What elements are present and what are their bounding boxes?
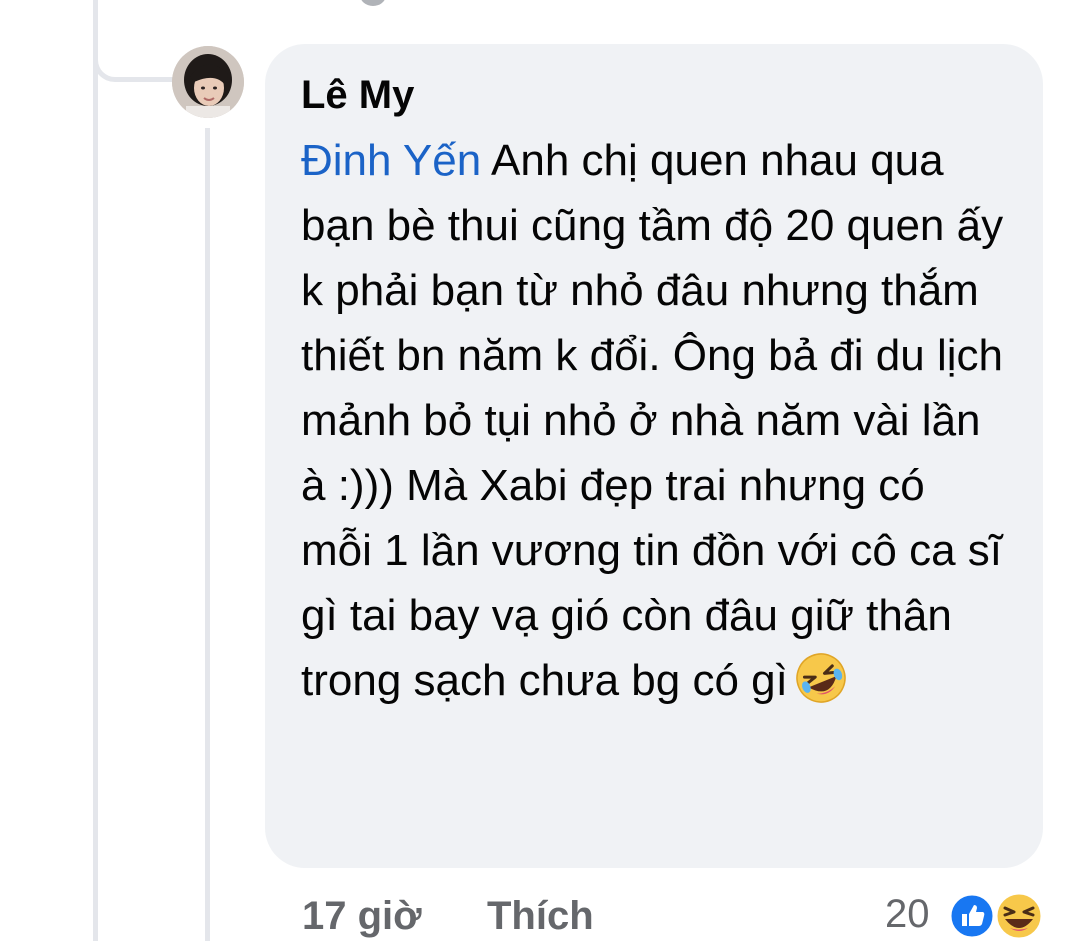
partial-previous-content xyxy=(360,0,386,6)
like-button[interactable]: Thích xyxy=(487,894,594,939)
thread-connector xyxy=(93,0,173,82)
like-icon[interactable] xyxy=(948,892,996,945)
comment-author[interactable]: Lê My xyxy=(301,72,1007,118)
avatar-image xyxy=(172,46,244,118)
rolling-on-floor-laughing-emoji-icon xyxy=(794,651,848,723)
comment-footer: 17 giờ Thích 20 xyxy=(0,888,1080,941)
avatar[interactable] xyxy=(172,46,244,118)
comment-body: Đinh Yến Anh chị quen nhau qua bạn bè th… xyxy=(301,128,1007,723)
reaction-count[interactable]: 20 xyxy=(885,892,930,937)
comment-timestamp[interactable]: 17 giờ xyxy=(302,894,422,939)
comment-bubble: Lê My Đinh Yến Anh chị quen nhau qua bạn… xyxy=(265,44,1043,868)
reply-thread-line xyxy=(205,128,210,941)
haha-icon[interactable] xyxy=(994,891,1044,946)
thread-line xyxy=(93,0,98,941)
comment-text: Anh chị quen nhau qua bạn bè thui cũng t… xyxy=(301,136,1004,705)
mention-link[interactable]: Đinh Yến xyxy=(301,136,481,185)
